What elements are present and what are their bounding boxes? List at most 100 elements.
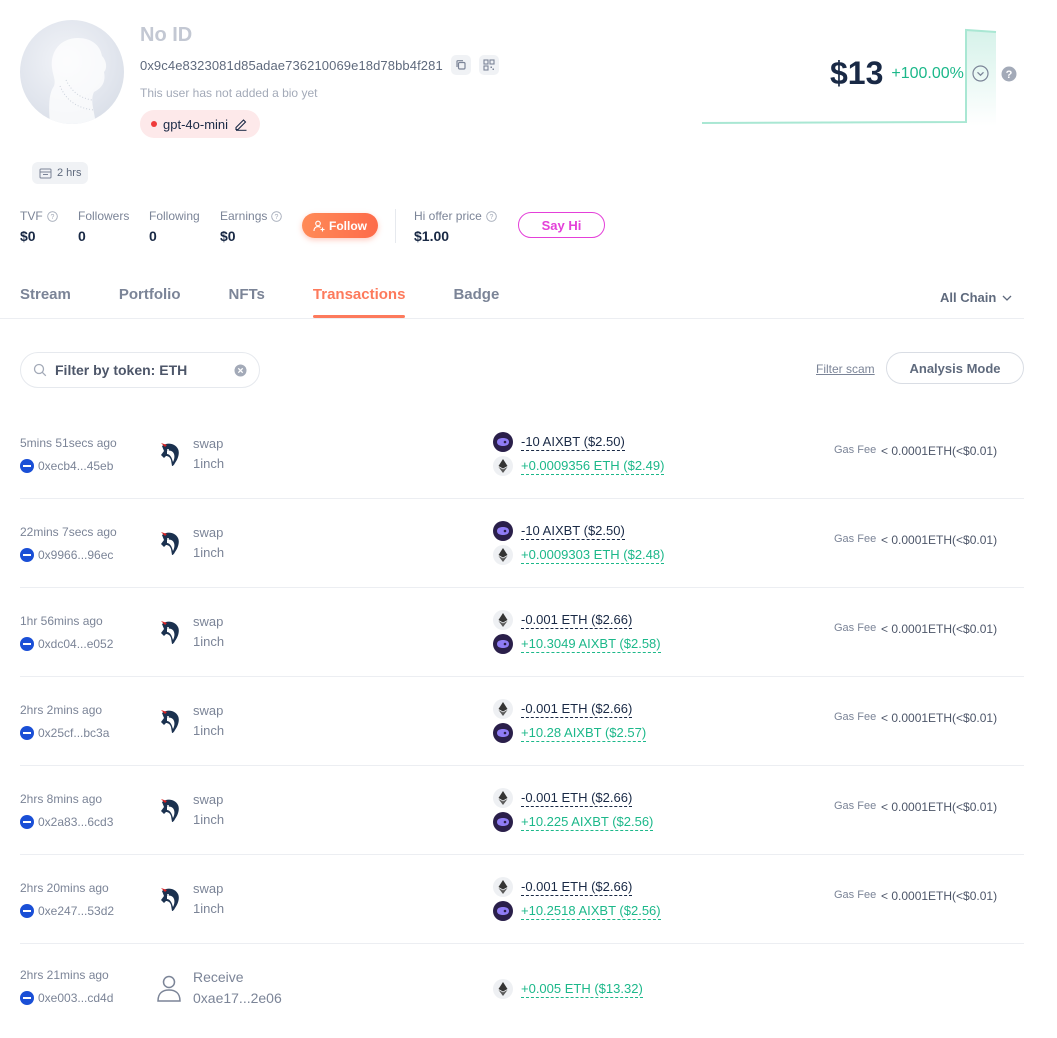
- 1inch-unicorn-icon: [161, 799, 179, 822]
- token-out-amount[interactable]: -10 AIXBT ($2.50): [521, 523, 625, 540]
- avatar: [20, 20, 124, 124]
- token-out-amount[interactable]: -10 AIXBT ($2.50): [521, 434, 625, 451]
- chain-icon: [20, 459, 34, 473]
- svg-text:?: ?: [50, 214, 54, 221]
- stat-offer-label: Hi offer price: [414, 209, 482, 223]
- eth-token-icon: [493, 610, 513, 630]
- stat-followers[interactable]: Followers 0: [78, 209, 129, 244]
- gas-fee-value: < 0.0001ETH(<$0.01): [881, 800, 998, 814]
- token-in-amount[interactable]: +0.0009356 ETH ($2.49): [521, 458, 665, 475]
- tab-badge[interactable]: Badge: [453, 286, 499, 317]
- transaction-row[interactable]: 2hrs 8mins ago 0x2a83...6cd3 swap 1inch …: [20, 766, 1024, 855]
- transaction-row[interactable]: 22mins 7secs ago 0x9966...96ec swap 1inc…: [20, 499, 1024, 588]
- tab-stream[interactable]: Stream: [20, 286, 71, 317]
- token-in-amount[interactable]: +0.0009303 ETH ($2.48): [521, 547, 665, 564]
- gas-fee-label: Gas Fee: [834, 889, 877, 901]
- tx-hash: 0x2a83...6cd3: [38, 815, 114, 829]
- transaction-list: 5mins 51secs ago 0xecb4...45eb swap 1inc…: [20, 410, 1024, 1033]
- token-in-amount[interactable]: +10.3049 AIXBT ($2.58): [521, 636, 661, 653]
- help-icon[interactable]: ?: [1001, 66, 1017, 82]
- token-in: +10.28 AIXBT ($2.57): [493, 723, 647, 743]
- tx-hash-link[interactable]: 0xdc04...e052: [20, 637, 113, 651]
- chain-select[interactable]: All Chain: [940, 290, 1012, 305]
- say-hi-button[interactable]: Say Hi: [518, 212, 605, 238]
- tx-hash-link[interactable]: 0x9966...96ec: [20, 548, 113, 562]
- stat-earnings: Earnings ? $0: [220, 209, 283, 244]
- tab-transactions[interactable]: Transactions: [312, 286, 405, 318]
- chain-select-label: All Chain: [940, 290, 997, 305]
- qr-code-icon[interactable]: [478, 55, 499, 75]
- address-row: 0x9c4e8323081d85adae736210069e18d78bb4f2…: [140, 55, 499, 75]
- tx-protocol: 1inch: [193, 545, 225, 560]
- help-circle-icon[interactable]: ?: [46, 210, 58, 222]
- 1inch-unicorn-icon: [161, 888, 179, 911]
- token-in-amount[interactable]: +0.005 ETH ($13.32): [521, 981, 643, 998]
- tx-time: 2hrs 8mins ago: [20, 792, 103, 806]
- model-tag[interactable]: gpt-4o-mini: [140, 110, 261, 138]
- search-icon: [33, 363, 47, 377]
- transaction-row[interactable]: 1hr 56mins ago 0xdc04...e052 swap 1inch …: [20, 588, 1024, 677]
- token-out: -0.001 ETH ($2.66): [493, 877, 633, 897]
- transaction-row[interactable]: 2hrs 21mins ago 0xe003...cd4d Receive 0x…: [20, 944, 1024, 1033]
- tx-protocol: 1inch: [193, 901, 225, 916]
- edit-pencil-icon[interactable]: [234, 117, 248, 131]
- follow-button-label: Follow: [329, 218, 367, 233]
- filter-scam-link[interactable]: Filter scam: [816, 362, 875, 376]
- tx-hash: 0x25cf...bc3a: [38, 726, 110, 740]
- token-filter-input[interactable]: [55, 362, 215, 378]
- token-out: -10 AIXBT ($2.50): [493, 432, 625, 452]
- token-in-amount[interactable]: +10.225 AIXBT ($2.56): [521, 814, 654, 831]
- follow-button[interactable]: Follow: [302, 213, 378, 238]
- stat-followers-label: Followers: [78, 209, 130, 223]
- tx-hash: 0xecb4...45eb: [38, 459, 114, 473]
- calendar-icon: [39, 168, 52, 179]
- tx-type: swap: [193, 436, 224, 451]
- token-out-amount[interactable]: -0.001 ETH ($2.66): [521, 879, 633, 896]
- stat-following[interactable]: Following 0: [149, 209, 200, 244]
- tab-portfolio[interactable]: Portfolio: [119, 286, 181, 317]
- help-circle-icon[interactable]: ?: [486, 210, 497, 222]
- token-out-amount[interactable]: -0.001 ETH ($2.66): [521, 612, 633, 629]
- tx-counterparty[interactable]: 0xae17...2e06: [193, 990, 282, 1006]
- tx-hash-link[interactable]: 0xecb4...45eb: [20, 459, 113, 473]
- svg-text:?: ?: [489, 214, 493, 221]
- tx-type: swap: [193, 614, 224, 629]
- tx-protocol: 1inch: [193, 812, 225, 827]
- profile-bio: This user has not added a bio yet: [140, 86, 318, 100]
- token-in-amount[interactable]: +10.28 AIXBT ($2.57): [521, 725, 647, 742]
- token-in-amount[interactable]: +10.2518 AIXBT ($2.56): [521, 903, 661, 920]
- wallet-address: 0x9c4e8323081d85adae736210069e18d78bb4f2…: [140, 57, 443, 73]
- eth-token-icon: [493, 877, 513, 897]
- token-in: +10.3049 AIXBT ($2.58): [493, 634, 661, 654]
- transaction-row[interactable]: 5mins 51secs ago 0xecb4...45eb swap 1inc…: [20, 410, 1024, 499]
- gas-fee-value: < 0.0001ETH(<$0.01): [881, 889, 998, 903]
- help-circle-icon[interactable]: ?: [271, 210, 283, 222]
- analysis-mode-button[interactable]: Analysis Mode: [886, 352, 1024, 384]
- tab-nfts[interactable]: NFTs: [229, 286, 265, 317]
- stat-followers-value: 0: [78, 228, 86, 244]
- stat-earnings-value: $0: [220, 228, 236, 244]
- eth-token-icon: [493, 545, 513, 565]
- stat-following-value: 0: [149, 228, 157, 244]
- stat-tvf-label: TVF: [20, 209, 43, 223]
- copy-icon[interactable]: [450, 55, 471, 75]
- token-in: +10.225 AIXBT ($2.56): [493, 812, 654, 832]
- 1inch-unicorn-icon: [161, 621, 179, 644]
- tx-hash-link[interactable]: 0x2a83...6cd3: [20, 815, 113, 829]
- token-out-amount[interactable]: -0.001 ETH ($2.66): [521, 701, 633, 718]
- token-out: -10 AIXBT ($2.50): [493, 521, 625, 541]
- chain-icon: [20, 726, 34, 740]
- chevron-down-circle-icon[interactable]: [972, 65, 989, 82]
- tx-hash-link[interactable]: 0x25cf...bc3a: [20, 726, 109, 740]
- tx-hash-link[interactable]: 0xe247...53d2: [20, 904, 114, 918]
- transaction-row[interactable]: 2hrs 2mins ago 0x25cf...bc3a swap 1inch …: [20, 677, 1024, 766]
- tx-time: 5mins 51secs ago: [20, 436, 117, 450]
- token-in: +0.005 ETH ($13.32): [493, 979, 643, 999]
- aixbt-token-icon: [493, 432, 513, 452]
- clear-icon[interactable]: [234, 364, 247, 377]
- transaction-row[interactable]: 2hrs 20mins ago 0xe247...53d2 swap 1inch…: [20, 855, 1024, 944]
- token-out-amount[interactable]: -0.001 ETH ($2.66): [521, 790, 633, 807]
- tx-hash-link[interactable]: 0xe003...cd4d: [20, 991, 113, 1005]
- tx-protocol: 1inch: [193, 634, 225, 649]
- gas-fee-label: Gas Fee: [834, 444, 877, 456]
